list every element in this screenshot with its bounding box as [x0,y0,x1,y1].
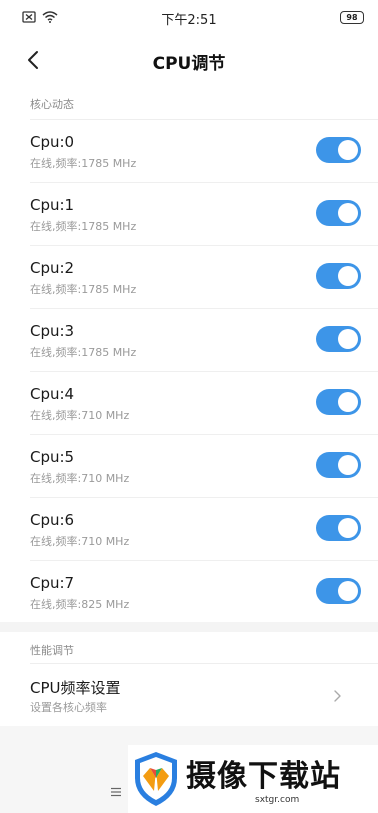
cpu-1-toggle[interactable] [316,200,361,226]
toggle-knob [338,266,358,286]
cpu-name: Cpu:2 [30,259,75,277]
toggle-knob [338,392,358,412]
section-label: 性能调节 [30,644,74,657]
watermark-url: sxtgr.com [255,795,300,805]
section-header-core-dynamic: 核心动态 [0,86,378,120]
cpu-status: 在线,频率:710 MHz [30,472,130,485]
toggle-knob [338,455,358,475]
toggle-knob [338,581,358,601]
cpu-status: 在线,频率:710 MHz [30,409,130,422]
menu-icon[interactable] [110,787,122,797]
cpu-row-1: Cpu:1 在线,频率:1785 MHz [0,183,378,246]
battery-icon: 98 [340,11,364,24]
cpu-row-2: Cpu:2 在线,频率:1785 MHz [0,246,378,309]
page-title: CPU调节 [152,54,226,74]
cpu-6-toggle[interactable] [316,515,361,541]
toggle-knob [338,203,358,223]
cpu-row-7: Cpu:7 在线,频率:825 MHz [0,561,378,622]
toggle-knob [338,140,358,160]
cpu-status: 在线,频率:1785 MHz [30,346,137,359]
toggle-knob [338,518,358,538]
cpu-4-toggle[interactable] [316,389,361,415]
cpu-status: 在线,频率:1785 MHz [30,283,137,296]
cpu-row-0: Cpu:0 在线,频率:1785 MHz [0,120,378,183]
cpu-name: Cpu:7 [30,574,75,592]
cpu-7-toggle[interactable] [316,578,361,604]
cpu-0-toggle[interactable] [316,137,361,163]
cpu-frequency-settings-item[interactable]: CPU频率设置 设置各核心频率 [0,664,378,726]
status-bar: 下午2:51 98 [0,0,378,34]
cpu-name: Cpu:3 [30,322,75,340]
cpu-name: Cpu:0 [30,133,75,151]
watermark: 摄像下载站 sxtgr.com [128,745,378,813]
item-title: CPU频率设置 [30,679,121,697]
section-gap [0,622,378,632]
cpu-status: 在线,频率:710 MHz [30,535,130,548]
cpu-row-4: Cpu:4 在线,频率:710 MHz [0,372,378,435]
cpu-5-toggle[interactable] [316,452,361,478]
cpu-status: 在线,频率:1785 MHz [30,157,137,170]
watermark-logo-icon [135,752,177,806]
cpu-status: 在线,频率:1785 MHz [30,220,137,233]
cpu-name: Cpu:1 [30,196,75,214]
cpu-2-toggle[interactable] [316,263,361,289]
cpu-name: Cpu:4 [30,385,75,403]
status-time: 下午2:51 [161,13,217,28]
section-header-performance: 性能调节 [0,632,378,664]
watermark-text: 摄像下载站 [186,759,341,794]
item-subtitle: 设置各核心频率 [30,701,107,714]
cpu-row-3: Cpu:3 在线,频率:1785 MHz [0,309,378,372]
cpu-status: 在线,频率:825 MHz [30,598,130,611]
nav-bar: CPU调节 [0,34,378,86]
cpu-name: Cpu:6 [30,511,75,529]
cpu-row-5: Cpu:5 在线,频率:710 MHz [0,435,378,498]
toggle-knob [338,329,358,349]
chevron-right-icon [334,690,341,702]
section-label: 核心动态 [30,98,74,111]
cpu-3-toggle[interactable] [316,326,361,352]
cpu-name: Cpu:5 [30,448,75,466]
cpu-row-6: Cpu:6 在线,频率:710 MHz [0,498,378,561]
